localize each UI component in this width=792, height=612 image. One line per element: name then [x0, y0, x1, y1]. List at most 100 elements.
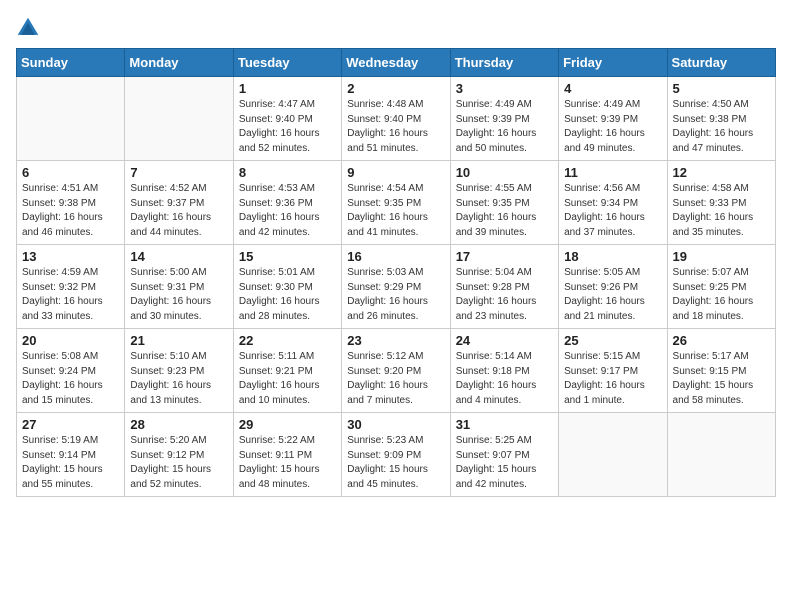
day-info: Sunrise: 4:48 AM Sunset: 9:40 PM Dayligh… — [347, 98, 444, 156]
day-number: 12 — [673, 165, 770, 180]
day-number: 9 — [347, 165, 444, 180]
calendar-header-row: SundayMondayTuesdayWednesdayThursdayFrid… — [17, 49, 776, 77]
day-number: 6 — [22, 165, 119, 180]
calendar-cell: 31Sunrise: 5:25 AM Sunset: 9:07 PM Dayli… — [450, 413, 558, 497]
day-number: 26 — [673, 333, 770, 348]
calendar-cell: 26 Sunrise: 5:17 AM Sunset: 9:15 PM Dayli… — [667, 329, 775, 413]
calendar-cell: 16Sunrise: 5:03 AM Sunset: 9:29 PM Dayli… — [342, 245, 450, 329]
day-number: 23 — [347, 333, 444, 348]
day-number: 1 — [239, 81, 336, 96]
page-header — [16, 16, 776, 40]
day-info: Sunrise: 4:59 AM Sunset: 9:32 PM Dayligh… — [22, 266, 119, 324]
calendar-cell: 10 Sunrise: 4:55 AM Sunset: 9:35 PM Dayli… — [450, 161, 558, 245]
day-info: Sunrise: 5:23 AM Sunset: 9:09 PM Dayligh… — [347, 434, 444, 492]
calendar-cell: 17Sunrise: 5:04 AM Sunset: 9:28 PM Dayli… — [450, 245, 558, 329]
calendar-cell: 24 Sunrise: 5:14 AM Sunset: 9:18 PM Dayli… — [450, 329, 558, 413]
calendar-cell: 1 Sunrise: 4:47 AM Sunset: 9:40 PM Daylig… — [233, 77, 341, 161]
calendar-cell: 15Sunrise: 5:01 AM Sunset: 9:30 PM Dayli… — [233, 245, 341, 329]
day-info: Sunrise: 5:11 AM Sunset: 9:21 PM Dayligh… — [239, 350, 336, 408]
logo-icon — [16, 16, 40, 40]
day-number: 15 — [239, 249, 336, 264]
calendar-cell: 6 Sunrise: 4:51 AM Sunset: 9:38 PM Daylig… — [17, 161, 125, 245]
day-info: Sunrise: 5:07 AM Sunset: 9:25 PM Dayligh… — [673, 266, 770, 324]
week-row-2: 6 Sunrise: 4:51 AM Sunset: 9:38 PM Daylig… — [17, 161, 776, 245]
day-number: 16 — [347, 249, 444, 264]
day-info: Sunrise: 4:49 AM Sunset: 9:39 PM Dayligh… — [564, 98, 661, 156]
day-info: Sunrise: 5:20 AM Sunset: 9:12 PM Dayligh… — [130, 434, 227, 492]
header-tuesday: Tuesday — [233, 49, 341, 77]
calendar-cell: 12 Sunrise: 4:58 AM Sunset: 9:33 PM Dayli… — [667, 161, 775, 245]
day-info: Sunrise: 5:15 AM Sunset: 9:17 PM Dayligh… — [564, 350, 661, 408]
day-number: 3 — [456, 81, 553, 96]
day-number: 24 — [456, 333, 553, 348]
calendar-cell: 23 Sunrise: 5:12 AM Sunset: 9:20 PM Dayli… — [342, 329, 450, 413]
calendar-cell — [125, 77, 233, 161]
day-info: Sunrise: 5:12 AM Sunset: 9:20 PM Dayligh… — [347, 350, 444, 408]
day-info: Sunrise: 5:10 AM Sunset: 9:23 PM Dayligh… — [130, 350, 227, 408]
calendar-cell: 3 Sunrise: 4:49 AM Sunset: 9:39 PM Daylig… — [450, 77, 558, 161]
day-info: Sunrise: 4:58 AM Sunset: 9:33 PM Dayligh… — [673, 182, 770, 240]
day-info: Sunrise: 5:19 AM Sunset: 9:14 PM Dayligh… — [22, 434, 119, 492]
day-number: 20 — [22, 333, 119, 348]
calendar-cell: 18 Sunrise: 5:05 AM Sunset: 9:26 PM Dayli… — [559, 245, 667, 329]
calendar-cell — [17, 77, 125, 161]
day-number: 14 — [130, 249, 227, 264]
week-row-4: 20 Sunrise: 5:08 AM Sunset: 9:24 PM Dayli… — [17, 329, 776, 413]
day-info: Sunrise: 4:50 AM Sunset: 9:38 PM Dayligh… — [673, 98, 770, 156]
day-number: 27 — [22, 417, 119, 432]
week-row-3: 13Sunrise: 4:59 AM Sunset: 9:32 PM Dayli… — [17, 245, 776, 329]
day-number: 7 — [130, 165, 227, 180]
day-info: Sunrise: 4:52 AM Sunset: 9:37 PM Dayligh… — [130, 182, 227, 240]
header-wednesday: Wednesday — [342, 49, 450, 77]
header-monday: Monday — [125, 49, 233, 77]
calendar-cell: 8Sunrise: 4:53 AM Sunset: 9:36 PM Daylig… — [233, 161, 341, 245]
day-info: Sunrise: 4:47 AM Sunset: 9:40 PM Dayligh… — [239, 98, 336, 156]
calendar-cell: 29Sunrise: 5:22 AM Sunset: 9:11 PM Dayli… — [233, 413, 341, 497]
calendar-cell: 2 Sunrise: 4:48 AM Sunset: 9:40 PM Daylig… — [342, 77, 450, 161]
calendar-cell: 22 Sunrise: 5:11 AM Sunset: 9:21 PM Dayli… — [233, 329, 341, 413]
calendar-table: SundayMondayTuesdayWednesdayThursdayFrid… — [16, 48, 776, 497]
day-number: 30 — [347, 417, 444, 432]
header-sunday: Sunday — [17, 49, 125, 77]
day-info: Sunrise: 4:56 AM Sunset: 9:34 PM Dayligh… — [564, 182, 661, 240]
day-info: Sunrise: 4:49 AM Sunset: 9:39 PM Dayligh… — [456, 98, 553, 156]
calendar-cell: 9 Sunrise: 4:54 AM Sunset: 9:35 PM Daylig… — [342, 161, 450, 245]
day-info: Sunrise: 5:00 AM Sunset: 9:31 PM Dayligh… — [130, 266, 227, 324]
calendar-cell — [559, 413, 667, 497]
calendar-cell: 30 Sunrise: 5:23 AM Sunset: 9:09 PM Dayli… — [342, 413, 450, 497]
day-number: 28 — [130, 417, 227, 432]
day-number: 22 — [239, 333, 336, 348]
day-info: Sunrise: 5:25 AM Sunset: 9:07 PM Dayligh… — [456, 434, 553, 492]
calendar-cell: 7 Sunrise: 4:52 AM Sunset: 9:37 PM Daylig… — [125, 161, 233, 245]
day-number: 5 — [673, 81, 770, 96]
day-number: 18 — [564, 249, 661, 264]
day-info: Sunrise: 4:53 AM Sunset: 9:36 PM Dayligh… — [239, 182, 336, 240]
calendar-cell: 4 Sunrise: 4:49 AM Sunset: 9:39 PM Daylig… — [559, 77, 667, 161]
week-row-1: 1 Sunrise: 4:47 AM Sunset: 9:40 PM Daylig… — [17, 77, 776, 161]
day-number: 10 — [456, 165, 553, 180]
day-number: 25 — [564, 333, 661, 348]
week-row-5: 27 Sunrise: 5:19 AM Sunset: 9:14 PM Dayli… — [17, 413, 776, 497]
day-info: Sunrise: 4:54 AM Sunset: 9:35 PM Dayligh… — [347, 182, 444, 240]
day-info: Sunrise: 5:14 AM Sunset: 9:18 PM Dayligh… — [456, 350, 553, 408]
day-info: Sunrise: 5:17 AM Sunset: 9:15 PM Dayligh… — [673, 350, 770, 408]
calendar-cell — [667, 413, 775, 497]
calendar-cell: 14 Sunrise: 5:00 AM Sunset: 9:31 PM Dayli… — [125, 245, 233, 329]
day-info: Sunrise: 5:08 AM Sunset: 9:24 PM Dayligh… — [22, 350, 119, 408]
day-number: 17 — [456, 249, 553, 264]
day-info: Sunrise: 4:55 AM Sunset: 9:35 PM Dayligh… — [456, 182, 553, 240]
day-number: 19 — [673, 249, 770, 264]
calendar-cell: 5 Sunrise: 4:50 AM Sunset: 9:38 PM Daylig… — [667, 77, 775, 161]
calendar-cell: 19 Sunrise: 5:07 AM Sunset: 9:25 PM Dayli… — [667, 245, 775, 329]
day-info: Sunrise: 5:05 AM Sunset: 9:26 PM Dayligh… — [564, 266, 661, 324]
header-thursday: Thursday — [450, 49, 558, 77]
day-number: 2 — [347, 81, 444, 96]
calendar-cell: 20 Sunrise: 5:08 AM Sunset: 9:24 PM Dayli… — [17, 329, 125, 413]
day-info: Sunrise: 4:51 AM Sunset: 9:38 PM Dayligh… — [22, 182, 119, 240]
calendar-cell: 27 Sunrise: 5:19 AM Sunset: 9:14 PM Dayli… — [17, 413, 125, 497]
logo — [16, 16, 44, 40]
calendar-cell: 13Sunrise: 4:59 AM Sunset: 9:32 PM Dayli… — [17, 245, 125, 329]
day-number: 4 — [564, 81, 661, 96]
day-info: Sunrise: 5:22 AM Sunset: 9:11 PM Dayligh… — [239, 434, 336, 492]
day-number: 11 — [564, 165, 661, 180]
